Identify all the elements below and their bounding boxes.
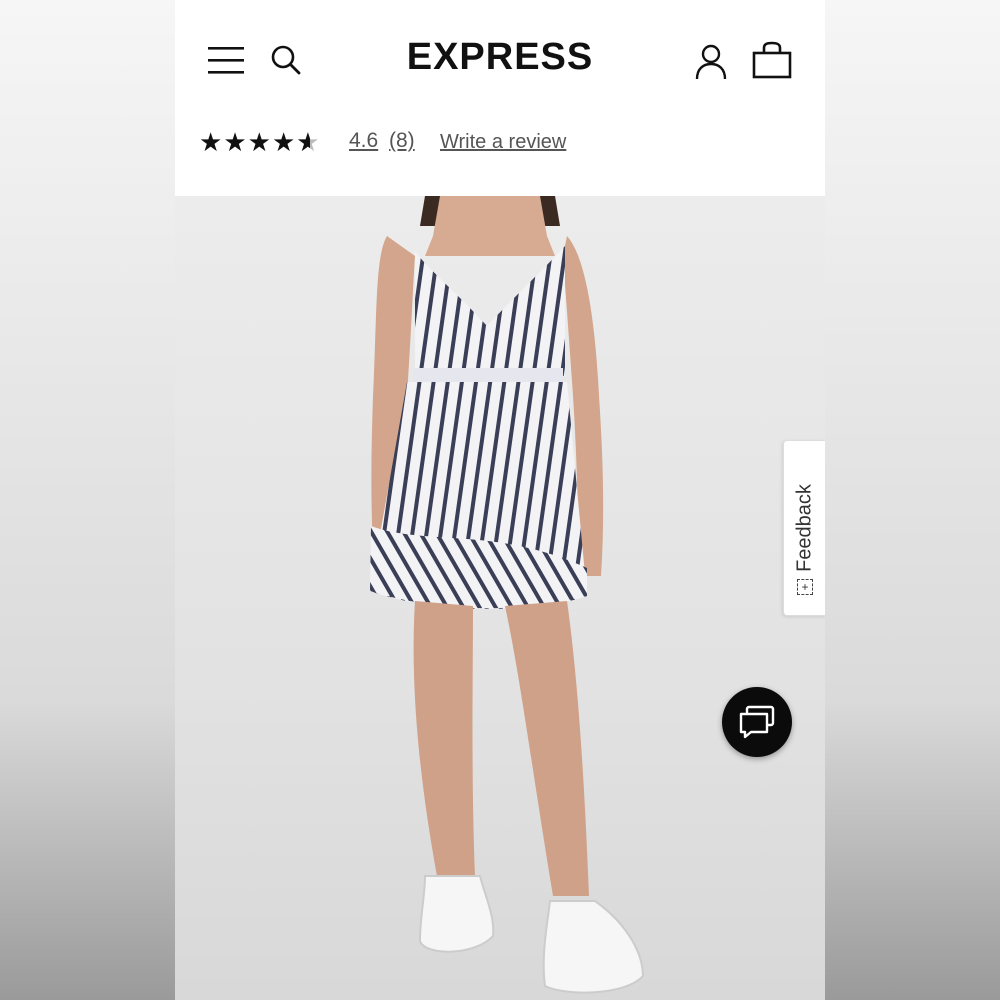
product-photo[interactable]: [175, 196, 825, 1000]
rating-stars: ★ ★ ★ ★ ★ ★: [199, 129, 320, 155]
star-icon: ★: [223, 127, 247, 157]
plus-icon: +: [797, 579, 813, 595]
write-review-link[interactable]: Write a review: [440, 131, 566, 154]
mobile-page: EXPRESS ★ ★ ★ ★ ★ ★ 4.6 (8) Write a revie…: [175, 0, 825, 1000]
star-icon: ★: [199, 127, 223, 157]
half-star-icon: ★ ★: [296, 127, 320, 157]
shopping-bag-icon[interactable]: [750, 40, 794, 80]
chat-button[interactable]: [722, 687, 792, 757]
background-right: [825, 0, 1000, 1000]
star-icon: ★: [247, 127, 271, 157]
feedback-tab[interactable]: Feedback +: [783, 440, 825, 616]
site-header: EXPRESS: [175, 0, 825, 106]
person-icon[interactable]: [692, 42, 730, 82]
rating-row: ★ ★ ★ ★ ★ ★ 4.6 (8) Write a review: [175, 106, 825, 196]
background-left: [0, 0, 175, 1000]
star-icon: ★: [271, 127, 296, 157]
feedback-label: Feedback: [793, 484, 816, 572]
rating-value[interactable]: 4.6: [349, 129, 378, 153]
chat-bubbles-icon: [739, 705, 775, 739]
review-count[interactable]: (8): [389, 129, 415, 153]
